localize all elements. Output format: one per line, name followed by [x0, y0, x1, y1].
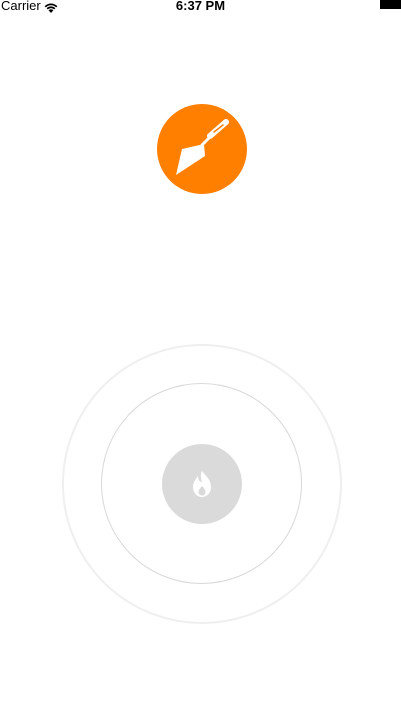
app-logo [157, 104, 247, 194]
clock: 6:37 PM [175, 0, 226, 13]
trowel-icon [176, 119, 229, 175]
flame-icon [193, 471, 211, 497]
status-bar: Carrier 6:37 PM [0, 0, 401, 14]
flame-button[interactable] [162, 444, 242, 524]
battery-icon [380, 0, 401, 9]
